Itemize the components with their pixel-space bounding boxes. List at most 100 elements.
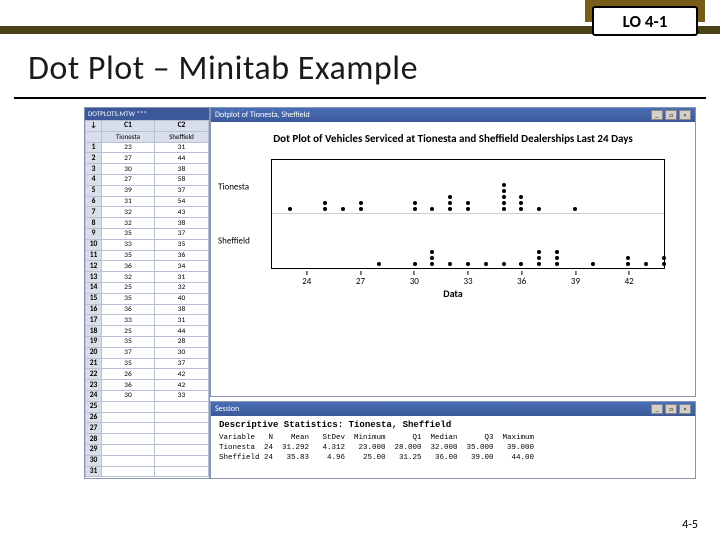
varname-rowhead	[86, 131, 102, 142]
dot	[466, 262, 470, 266]
dot	[448, 195, 452, 199]
axis-tick: 36	[517, 271, 526, 287]
table-row: 83238	[86, 218, 209, 229]
dot	[377, 262, 381, 266]
dot	[502, 183, 506, 187]
worksheet-titlebar: DOTPLOTS.MTW ***	[85, 108, 209, 120]
dot	[288, 207, 292, 211]
table-row: 153540	[86, 293, 209, 304]
table-row: 33038	[86, 164, 209, 175]
dot	[502, 262, 506, 266]
table-row: 73243	[86, 207, 209, 218]
content-area: DOTPLOTS.MTW *** ↓ C1 C2 Tionesta Sheffi…	[14, 107, 706, 507]
axis-tick: 24	[302, 271, 311, 287]
dot	[537, 256, 541, 260]
minimize-icon[interactable]: _	[651, 404, 663, 414]
dot	[430, 256, 434, 260]
header-bar: LO 4-1	[0, 0, 720, 34]
maximize-icon[interactable]: □	[665, 110, 677, 120]
dot	[430, 262, 434, 266]
table-row: 30	[86, 455, 209, 466]
dot	[537, 250, 541, 254]
title-rule	[14, 97, 706, 99]
table-row: 233642	[86, 380, 209, 391]
plot-chart-title: Dot Plot of Vehicles Serviced at Tionest…	[211, 122, 695, 151]
dot	[341, 207, 345, 211]
dot	[323, 207, 327, 211]
dot	[519, 201, 523, 205]
minimize-icon[interactable]: _	[651, 110, 663, 120]
dot	[519, 207, 523, 211]
dot	[502, 189, 506, 193]
dot	[644, 262, 648, 266]
dot	[323, 201, 327, 205]
table-row: 193528	[86, 336, 209, 347]
page-number: 4-5	[682, 518, 698, 532]
table-row: 113536	[86, 250, 209, 261]
dot	[430, 207, 434, 211]
close-icon[interactable]: ×	[679, 404, 691, 414]
table-row: 25	[86, 401, 209, 412]
axis-label: Data	[211, 287, 695, 300]
session-body: Descriptive Statistics: Tionesta, Sheffi…	[211, 416, 695, 467]
label-sheffield: Sheffield	[218, 236, 250, 247]
session-window-title: Session	[215, 404, 239, 414]
close-icon[interactable]: ×	[679, 110, 691, 120]
table-row: 243033	[86, 390, 209, 401]
plot-row-sheffield: Sheffield	[272, 214, 664, 268]
corner-cell: ↓	[86, 121, 102, 132]
session-titlebar: Session _ □ ×	[211, 402, 695, 416]
table-row: 29	[86, 444, 209, 455]
axis-tick: 27	[356, 271, 365, 287]
table-row: 203730	[86, 347, 209, 358]
dot	[466, 201, 470, 205]
dot	[413, 207, 417, 211]
dot	[359, 201, 363, 205]
dot	[626, 262, 630, 266]
plot-row-tionesta: Tionesta	[272, 160, 664, 214]
table-row: 182544	[86, 326, 209, 337]
dot	[537, 262, 541, 266]
dot	[448, 201, 452, 205]
axis-ticks: 24273033363942	[271, 271, 665, 285]
dot	[448, 207, 452, 211]
table-row: 142532	[86, 282, 209, 293]
table-row: 53937	[86, 185, 209, 196]
dot	[626, 256, 630, 260]
table-row: 173331	[86, 315, 209, 326]
lo-badge: LO 4-1	[592, 6, 698, 36]
dot	[555, 250, 559, 254]
dot	[502, 195, 506, 199]
plot-titlebar: Dotplot of Tionesta, Sheffield _ □ ×	[211, 108, 695, 122]
dot	[662, 256, 666, 260]
label-tionesta: Tionesta	[218, 181, 249, 192]
varname-sheffield: Sheffield	[154, 131, 208, 142]
dot	[359, 207, 363, 211]
stats-row-tionesta: Tionesta 24 31.292 4.312 23.000 28.000 3…	[219, 444, 687, 454]
dot	[448, 262, 452, 266]
axis-tick: 39	[571, 271, 580, 287]
dot	[591, 262, 595, 266]
varname-tionesta: Tionesta	[102, 131, 155, 142]
dot	[555, 262, 559, 266]
worksheet-window: DOTPLOTS.MTW *** ↓ C1 C2 Tionesta Sheffi…	[84, 107, 210, 479]
dot	[413, 262, 417, 266]
stats-header-row: Variable N Mean StDev Minimum Q1 Median …	[219, 434, 687, 444]
table-row: 103335	[86, 239, 209, 250]
dot	[430, 250, 434, 254]
session-heading: Descriptive Statistics: Tionesta, Sheffi…	[219, 420, 687, 430]
table-row: 12331	[86, 142, 209, 153]
table-row: 31	[86, 466, 209, 477]
plot-window: Dotplot of Tionesta, Sheffield _ □ × Dot…	[210, 107, 696, 397]
maximize-icon[interactable]: □	[665, 404, 677, 414]
table-row: 26	[86, 412, 209, 423]
table-row: 213537	[86, 358, 209, 369]
dot	[484, 262, 488, 266]
col-header-c1: C1	[102, 121, 155, 132]
table-row: 22744	[86, 153, 209, 164]
table-row: 28	[86, 434, 209, 445]
slide-title: Dot Plot – Minitab Example	[0, 34, 720, 97]
axis-tick: 30	[410, 271, 419, 287]
table-row: 222642	[86, 369, 209, 380]
table-row: 163638	[86, 304, 209, 315]
